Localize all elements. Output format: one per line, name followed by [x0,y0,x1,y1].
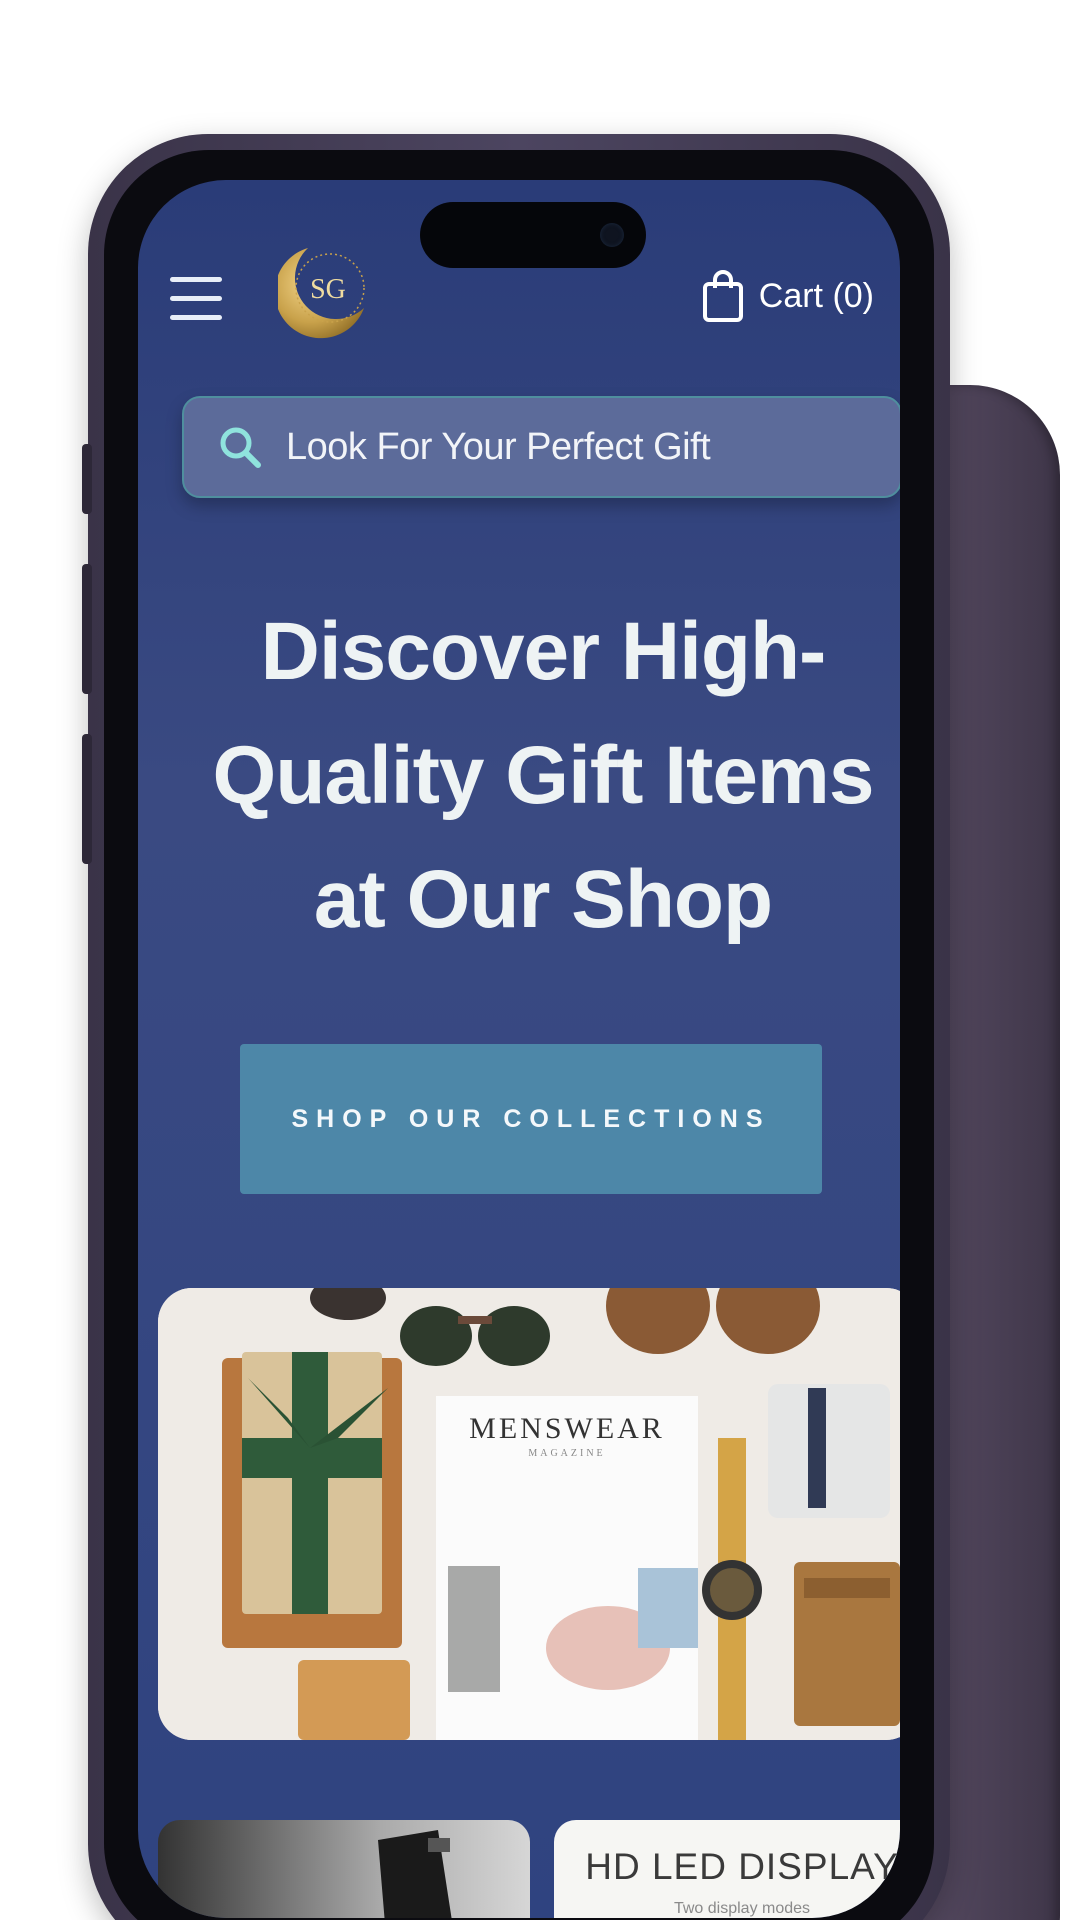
product-thumbnail-device [378,1830,452,1918]
search-placeholder: Look For Your Perfect Gift [286,425,711,468]
gift-items-banner-image[interactable]: MENSWEAR MAGAZINE [158,1288,900,1740]
site-header: SG Cart (0) [138,220,900,340]
shopping-bag-icon [702,270,743,322]
product-card-right[interactable]: HD LED DISPLAY Two display modes [554,1820,900,1918]
logo-monogram: SG [310,274,346,305]
mockup-stage: SG Cart (0) Look For Your Perfect Gift D… [0,0,1080,1920]
menswear-flatlay-illustration: MENSWEAR MAGAZINE [158,1288,900,1740]
product-card-subtitle: Two display modes [673,1900,811,1917]
magazine-subtitle: MAGAZINE [528,1448,605,1459]
phone-device: SG Cart (0) Look For Your Perfect Gift D… [82,134,950,1920]
cart-button[interactable]: Cart (0) [701,266,874,326]
hero-title: Discover High-Quality Gift Items at Our … [212,606,875,945]
search-input[interactable]: Look For Your Perfect Gift [182,396,900,498]
hamburger-menu-icon[interactable] [170,275,222,323]
phone-volume-down-button [82,734,92,864]
product-card-title: HD LED DISPLAY [585,1846,899,1887]
phone-bezel: SG Cart (0) Look For Your Perfect Gift D… [104,150,934,1920]
brand-logo[interactable]: SG [274,238,370,344]
phone-action-button [82,444,92,514]
magazine-title: MENSWEAR [469,1412,665,1445]
search-icon [220,427,261,468]
product-card-left[interactable] [158,1820,530,1918]
shop-collections-button[interactable]: SHOP OUR COLLECTIONS [240,1044,822,1194]
cart-label: Cart (0) [758,276,874,315]
phone-volume-up-button [82,564,92,694]
phone-screen: SG Cart (0) Look For Your Perfect Gift D… [138,180,900,1918]
